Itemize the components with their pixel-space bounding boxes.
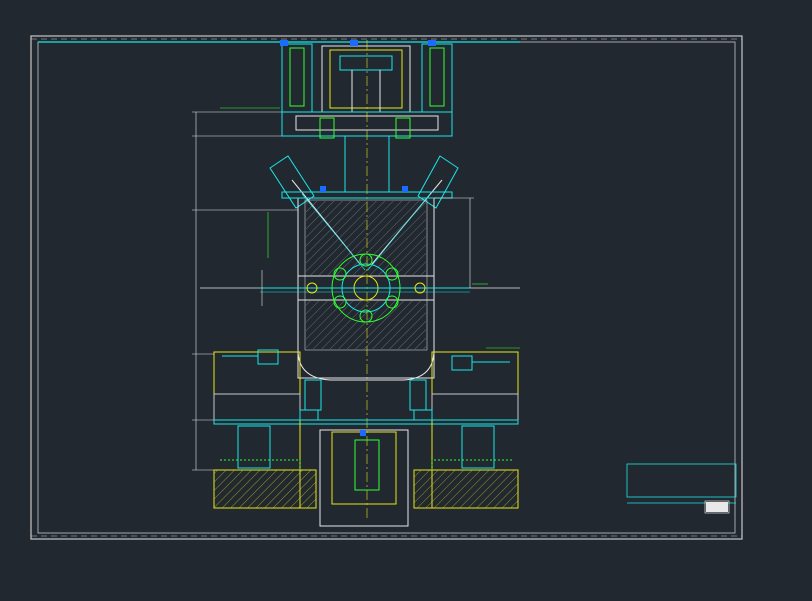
title-block-stamp bbox=[706, 502, 728, 512]
vessel-hatching bbox=[306, 201, 426, 349]
central-coupling bbox=[260, 253, 470, 323]
dimension-lines bbox=[192, 107, 520, 471]
top-actuator-assembly bbox=[281, 40, 453, 520]
cad-drawing-canvas bbox=[30, 35, 743, 540]
side-nozzles bbox=[222, 349, 510, 371]
